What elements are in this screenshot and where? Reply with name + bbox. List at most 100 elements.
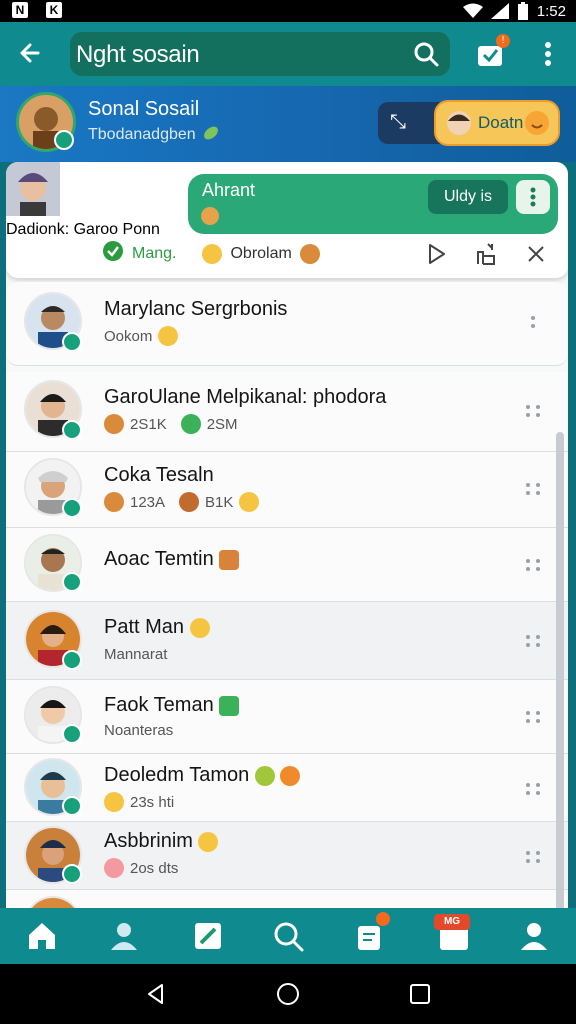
more-grid-icon[interactable] bbox=[522, 846, 544, 868]
message-bubble[interactable]: Ahrant Uldy is bbox=[188, 174, 558, 234]
profile-icon[interactable] bbox=[516, 918, 552, 954]
contact-subtitle: Ookom bbox=[104, 326, 179, 346]
smile-emoji-icon bbox=[198, 831, 219, 852]
card-actions bbox=[424, 242, 548, 266]
avatar[interactable] bbox=[24, 896, 82, 908]
more-vert-icon[interactable] bbox=[522, 312, 544, 334]
status-bar: N K 1:52 bbox=[0, 0, 576, 22]
active-chat-card[interactable]: Dadionk: Garoo Ponn Ahrant Uldy is Mang.… bbox=[6, 162, 568, 278]
list-item[interactable]: Patt Man Mannarat bbox=[6, 602, 568, 680]
share-icon[interactable] bbox=[474, 242, 498, 266]
list-item[interactable] bbox=[6, 890, 568, 908]
close-icon[interactable] bbox=[524, 242, 548, 266]
contact-name-text: Aoac Temtin bbox=[104, 548, 214, 570]
chat-name: Dadionk: bbox=[6, 221, 70, 238]
notification-icon: N bbox=[12, 2, 28, 18]
inbox-button[interactable]: ! bbox=[474, 34, 510, 70]
verified-badge-icon bbox=[62, 650, 82, 670]
stat-b: 2SM bbox=[206, 415, 238, 433]
home-circle-icon[interactable] bbox=[276, 982, 300, 1006]
stat-a: 2S1K bbox=[130, 415, 167, 433]
contact-name: Aoac Temtin bbox=[104, 548, 240, 571]
back-arrow-icon[interactable] bbox=[14, 36, 48, 70]
chat-emoji-icon bbox=[180, 414, 201, 434]
more-grid-icon[interactable] bbox=[522, 554, 544, 576]
more-options-icon[interactable] bbox=[536, 38, 560, 70]
list-item[interactable]: Faok Teman Noanteras bbox=[6, 680, 568, 754]
person-emoji-icon bbox=[179, 492, 200, 512]
smile-emoji-icon bbox=[158, 326, 179, 346]
list-item[interactable]: Asbbrinim 2os dts bbox=[6, 822, 568, 890]
smile-emoji-icon bbox=[524, 110, 550, 136]
contact-name: GaroUlane Melpikanal: phodora bbox=[104, 386, 387, 408]
contact-name: Faok Teman bbox=[104, 694, 240, 717]
contacts-icon[interactable] bbox=[106, 918, 142, 954]
wifi-icon bbox=[462, 3, 483, 19]
recents-square-icon[interactable] bbox=[408, 982, 432, 1006]
back-triangle-icon[interactable] bbox=[144, 982, 168, 1006]
face-avatar-icon bbox=[446, 110, 472, 136]
bubble-chip[interactable]: Uldy is bbox=[428, 180, 508, 214]
shuffle-icon[interactable]: ⤡ bbox=[386, 108, 410, 136]
search-icon[interactable] bbox=[412, 40, 440, 68]
contact-name-text: Asbbrinim bbox=[104, 830, 193, 852]
smile-emoji-icon bbox=[104, 792, 124, 812]
more-grid-icon[interactable] bbox=[522, 400, 544, 422]
contact-subtitle-text: 23s hti bbox=[130, 793, 175, 811]
profile-header: Sonal Sosail Tbodanadgben ⤡ Doatn bbox=[0, 86, 576, 162]
verified-badge-icon bbox=[62, 498, 82, 518]
contact-subtitle: Mannarat bbox=[104, 646, 168, 663]
contact-name-text: Patt Man bbox=[104, 616, 185, 638]
leaf-icon bbox=[202, 124, 220, 142]
chat-bubble-emoji-icon bbox=[219, 695, 240, 716]
person-emoji-icon bbox=[104, 492, 124, 512]
bubble-menu-icon[interactable] bbox=[516, 180, 550, 214]
list-item[interactable]: Coka Tesaln 123A B1K bbox=[6, 452, 568, 528]
check-circle-icon bbox=[102, 240, 124, 267]
store-tag: MG bbox=[434, 914, 470, 930]
battery-icon bbox=[517, 2, 529, 20]
list-item[interactable]: Marylanc Sergrbonis Ookom bbox=[6, 282, 568, 366]
person-emoji-icon bbox=[299, 243, 320, 264]
clock-text: 1:52 bbox=[536, 2, 566, 20]
more-grid-icon[interactable] bbox=[522, 630, 544, 652]
chat-subtitle: Garoo Ponn bbox=[73, 221, 160, 238]
list-item[interactable]: Deoledm Tamon 23s hti bbox=[6, 754, 568, 822]
verified-badge-icon bbox=[62, 796, 82, 816]
smile-emoji-icon bbox=[189, 617, 210, 638]
verified-badge-icon bbox=[54, 130, 74, 150]
smile-emoji-icon bbox=[202, 243, 223, 264]
face-emoji-icon bbox=[254, 765, 275, 786]
verified-badge-icon bbox=[62, 332, 82, 352]
contact-subtitle: 123A B1K bbox=[104, 492, 260, 512]
scrollbar[interactable] bbox=[556, 432, 564, 908]
bubble-label: Ahrant bbox=[202, 180, 256, 200]
stat-b: B1K bbox=[205, 493, 234, 511]
more-grid-icon[interactable] bbox=[522, 478, 544, 500]
list-item[interactable]: Aoac Temtin bbox=[6, 528, 568, 602]
home-icon[interactable] bbox=[24, 918, 60, 954]
notes-badge bbox=[376, 912, 390, 926]
contact-subtitle: 23s hti bbox=[104, 792, 174, 812]
house-emoji-icon bbox=[219, 549, 240, 570]
play-icon[interactable] bbox=[424, 242, 448, 266]
more-grid-icon[interactable] bbox=[522, 706, 544, 728]
contact-name-text: Faok Teman bbox=[104, 694, 214, 716]
store-icon[interactable]: MG bbox=[434, 914, 472, 954]
profile-name: Sonal Sosail bbox=[88, 98, 200, 120]
contact-subtitle: 2os dts bbox=[104, 858, 178, 878]
more-grid-icon[interactable] bbox=[522, 778, 544, 800]
verified-badge-icon bbox=[62, 724, 82, 744]
notes-icon[interactable] bbox=[352, 912, 390, 954]
search-bar[interactable]: Nght sosain bbox=[70, 32, 450, 76]
search-icon[interactable] bbox=[270, 918, 306, 954]
contact-subtitle-text: 2os dts bbox=[130, 859, 179, 877]
status-pill-button[interactable]: Doatn bbox=[434, 100, 560, 146]
list-item[interactable]: GaroUlane Melpikanal: phodora 2S1K 2SM bbox=[6, 372, 568, 452]
bottom-navigation: MG bbox=[0, 908, 576, 964]
status-other-label: Obrolam bbox=[230, 244, 292, 262]
chat-list[interactable]: Dadionk: Garoo Ponn Ahrant Uldy is Mang.… bbox=[6, 162, 568, 908]
verified-badge-icon bbox=[62, 864, 82, 884]
edit-icon[interactable] bbox=[190, 918, 226, 954]
chat-status-row: Mang. Obrolam bbox=[102, 240, 320, 267]
